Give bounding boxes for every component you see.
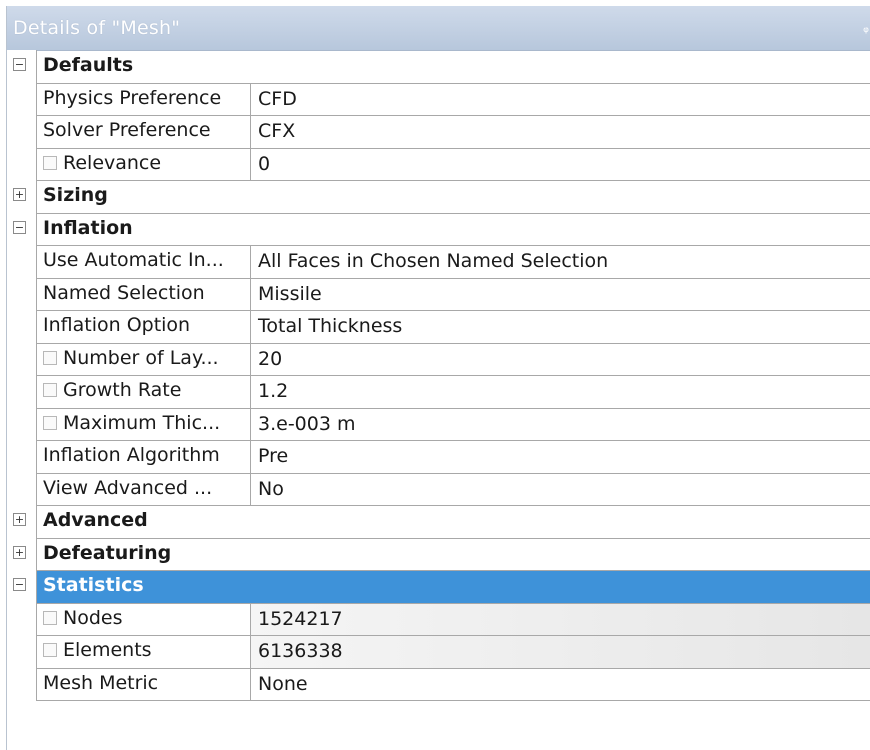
expand-icon[interactable]: + — [13, 545, 26, 559]
property-label-group: Growth Rate — [43, 379, 181, 401]
property-value[interactable]: No — [250, 473, 870, 505]
property-value[interactable]: All Faces in Chosen Named Selection — [250, 246, 870, 278]
property-label: Growth Rate — [63, 379, 182, 401]
row-gutter: − — [7, 212, 37, 246]
parameter-checkbox[interactable] — [43, 415, 57, 430]
property-value[interactable]: None — [250, 668, 870, 700]
property-label-group: Maximum Thic... — [43, 412, 220, 434]
row-gutter — [7, 635, 37, 669]
property-label-group: Number of Lay... — [43, 347, 219, 369]
property-label: Inflation Option — [43, 314, 191, 336]
collapse-icon[interactable]: − — [13, 58, 26, 71]
property-label: Physics Preference — [43, 86, 222, 109]
property-view-advanced-options[interactable]: View Advanced ... No — [7, 472, 870, 506]
property-inflation-option[interactable]: Inflation Option Total Thickness — [7, 310, 870, 344]
row-gutter — [7, 147, 37, 181]
row-gutter — [7, 115, 37, 149]
property-label: Elements — [63, 639, 152, 661]
expand-icon[interactable]: + — [13, 188, 26, 201]
row-gutter: − — [7, 50, 37, 84]
property-elements[interactable]: Elements 6136338 — [7, 635, 870, 669]
row-gutter: − — [7, 570, 37, 604]
category-defaults[interactable]: − Defaults — [7, 50, 870, 84]
row-gutter — [7, 245, 37, 279]
expand-icon[interactable]: + — [13, 513, 26, 526]
parameter-checkbox[interactable] — [43, 155, 57, 170]
property-value[interactable]: CFX — [250, 116, 870, 148]
row-gutter — [7, 277, 37, 311]
row-gutter — [7, 667, 37, 701]
property-label-group: Relevance — [43, 152, 161, 174]
category-label: Defeaturing — [43, 541, 172, 564]
property-physics-preference[interactable]: Physics Preference CFD — [7, 82, 870, 116]
category-label: Statistics — [43, 574, 144, 596]
category-defeaturing[interactable]: + Defeaturing — [7, 537, 870, 571]
property-value: 6136338 — [250, 636, 870, 668]
property-growth-rate[interactable]: Growth Rate 1.2 — [7, 375, 870, 409]
category-advanced[interactable]: + Advanced — [7, 505, 870, 539]
property-value[interactable]: 0 — [250, 148, 870, 180]
property-solver-preference[interactable]: Solver Preference CFX — [7, 115, 870, 149]
row-gutter — [7, 375, 37, 409]
row-gutter — [7, 310, 37, 344]
property-label: View Advanced ... — [43, 476, 213, 499]
property-label: Use Automatic In... — [43, 249, 224, 271]
panel-title: Details of "Mesh" — [13, 17, 181, 39]
row-gutter — [7, 82, 37, 116]
row-gutter: + — [7, 180, 37, 214]
category-inflation[interactable]: − Inflation — [7, 212, 870, 246]
property-relevance[interactable]: Relevance 0 — [7, 147, 870, 181]
property-grid: − Defaults Physics Preference CFD Solver… — [7, 50, 870, 701]
collapse-icon[interactable]: − — [13, 220, 26, 234]
row-gutter — [7, 440, 37, 474]
category-label: Defaults — [43, 54, 134, 76]
row-gutter: + — [7, 537, 37, 571]
category-label: Sizing — [43, 184, 108, 206]
category-label: Advanced — [43, 509, 148, 531]
property-label-group: Nodes — [43, 607, 123, 629]
property-label: Number of Lay... — [63, 346, 219, 369]
property-label: Inflation Algorithm — [43, 444, 220, 466]
row-gutter — [7, 472, 37, 506]
property-value[interactable]: Missile — [250, 278, 870, 310]
property-label: Mesh Metric — [43, 671, 159, 694]
parameter-checkbox[interactable] — [43, 350, 57, 365]
property-label: Maximum Thic... — [63, 411, 221, 434]
property-label: Named Selection — [43, 281, 205, 304]
property-value[interactable]: 3.e-003 m — [250, 408, 870, 440]
property-value[interactable]: 20 — [250, 343, 870, 375]
property-named-selection[interactable]: Named Selection Missile — [7, 277, 870, 311]
category-label: Inflation — [43, 216, 133, 239]
property-label-group: Elements — [43, 639, 152, 661]
parameter-checkbox[interactable] — [43, 643, 57, 657]
property-nodes[interactable]: Nodes 1524217 — [7, 602, 870, 636]
property-value[interactable]: 1.2 — [250, 376, 870, 408]
row-gutter — [7, 602, 37, 636]
property-value[interactable]: Pre — [250, 441, 870, 473]
property-value[interactable]: CFD — [250, 83, 870, 115]
parameter-checkbox[interactable] — [43, 610, 57, 625]
row-gutter — [7, 342, 37, 376]
property-value[interactable]: Total Thickness — [250, 311, 870, 343]
property-value: 1524217 — [250, 603, 870, 635]
row-gutter: + — [7, 505, 37, 539]
property-inflation-algorithm[interactable]: Inflation Algorithm Pre — [7, 440, 870, 474]
row-gutter — [7, 407, 37, 441]
property-maximum-thickness[interactable]: Maximum Thic... 3.e-003 m — [7, 407, 870, 441]
collapse-icon[interactable]: − — [13, 578, 26, 591]
property-label: Relevance — [63, 151, 162, 174]
category-sizing[interactable]: + Sizing — [7, 180, 870, 214]
details-title-bar: Details of "Mesh" ᵩ — [7, 6, 870, 51]
property-label: Solver Preference — [43, 119, 211, 141]
property-label: Nodes — [63, 606, 123, 629]
property-number-of-layers[interactable]: Number of Lay... 20 — [7, 342, 870, 376]
property-mesh-metric[interactable]: Mesh Metric None — [7, 667, 870, 701]
pin-icon[interactable]: ᵩ — [863, 20, 870, 36]
property-use-automatic-inflation[interactable]: Use Automatic In... All Faces in Chosen … — [7, 245, 870, 279]
category-statistics[interactable]: − Statistics — [7, 570, 870, 604]
parameter-checkbox[interactable] — [43, 383, 57, 397]
details-panel: Details of "Mesh" ᵩ − Defaults Physics P… — [6, 6, 870, 750]
